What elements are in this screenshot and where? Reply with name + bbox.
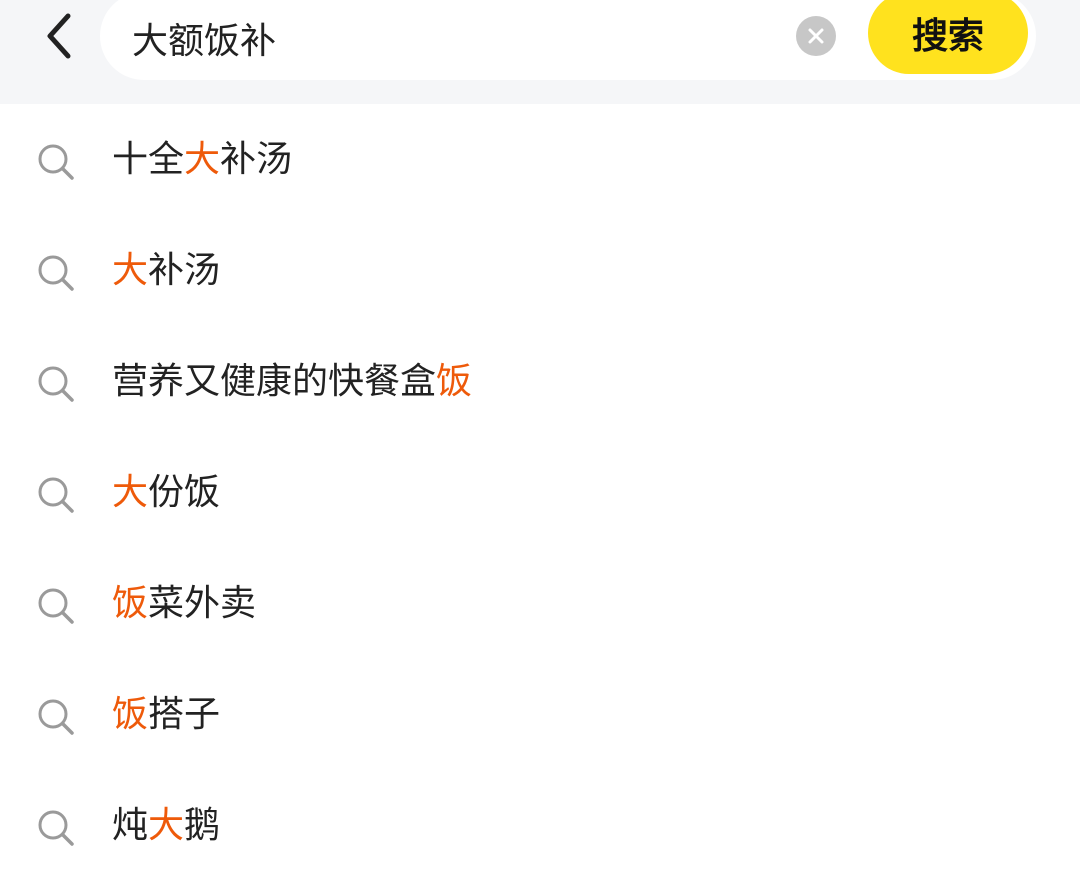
clear-circle-icon [808, 28, 824, 44]
suggestion-item[interactable]: 十全大补汤 [0, 104, 1080, 215]
suggestion-text: 饭菜外卖 [112, 582, 256, 626]
suggestion-item[interactable]: 大补汤 [0, 215, 1080, 326]
suggestion-segment: 营养又健康的快餐盒 [112, 361, 437, 402]
suggestion-segment: 鹅 [184, 805, 221, 846]
suggestion-segment: 份饭 [148, 472, 221, 513]
suggestion-item[interactable]: 炖大鹅 [0, 770, 1080, 881]
back-button[interactable] [30, 6, 90, 66]
back-arrow-icon [47, 13, 71, 59]
suggestion-text: 炖大鹅 [112, 804, 220, 848]
suggestion-highlight: 大 [112, 250, 149, 291]
suggestion-segment: 补汤 [148, 250, 221, 291]
suggestion-highlight: 饭 [436, 361, 473, 402]
search-icon [38, 255, 74, 291]
suggestion-highlight: 大 [112, 472, 149, 513]
suggestion-segment: 十全 [112, 139, 185, 180]
clear-button[interactable] [796, 16, 836, 56]
suggestion-item[interactable]: 饭菜外卖 [0, 548, 1080, 659]
search-icon [38, 366, 74, 402]
suggestion-segment: 菜外卖 [148, 583, 257, 624]
search-button[interactable]: 搜索 [868, 0, 1028, 74]
suggestion-text: 大份饭 [112, 471, 220, 515]
suggestion-text: 十全大补汤 [112, 138, 292, 182]
search-header: 搜索 [0, 0, 1080, 104]
search-icon [38, 144, 74, 180]
search-icon [38, 588, 74, 624]
suggestion-list: 十全大补汤 大补汤 营养又健康的快餐盒饭 大份饭 饭菜外卖 饭搭子 炖大鹅 [0, 104, 1080, 881]
suggestion-text: 饭搭子 [112, 693, 220, 737]
suggestion-highlight: 大 [184, 139, 221, 180]
suggestion-segment: 补汤 [220, 139, 293, 180]
suggestion-highlight: 大 [148, 805, 185, 846]
search-icon [38, 477, 74, 513]
suggestion-text: 营养又健康的快餐盒饭 [112, 360, 472, 404]
search-icon [38, 810, 74, 846]
search-icon [38, 699, 74, 735]
suggestion-item[interactable]: 饭搭子 [0, 659, 1080, 770]
suggestion-item[interactable]: 营养又健康的快餐盒饭 [0, 326, 1080, 437]
suggestion-item[interactable]: 大份饭 [0, 437, 1080, 548]
suggestion-highlight: 饭 [112, 694, 149, 735]
search-box: 搜索 [100, 0, 1036, 80]
suggestion-highlight: 饭 [112, 583, 149, 624]
suggestion-segment: 炖 [112, 805, 149, 846]
suggestion-segment: 搭子 [148, 694, 221, 735]
suggestion-text: 大补汤 [112, 249, 220, 293]
search-input[interactable] [132, 16, 772, 60]
